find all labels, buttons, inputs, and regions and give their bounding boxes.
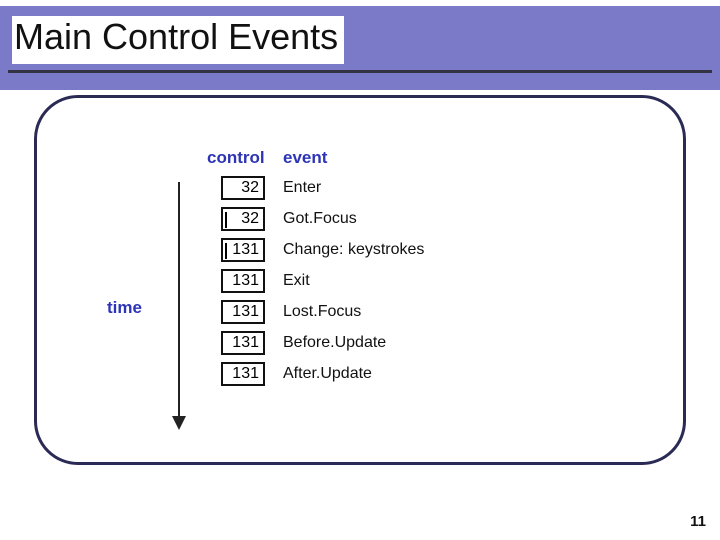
title-underline <box>8 70 712 73</box>
table-header: control event <box>207 148 483 168</box>
events-table: control event 32 Enter 32 Got.Focus 131 … <box>207 148 483 393</box>
table-row: 32 Got.Focus <box>207 207 483 231</box>
control-cell: 32 <box>221 176 265 200</box>
table-row: 131 Lost.Focus <box>207 300 483 324</box>
table-row: 131 Exit <box>207 269 483 293</box>
table-row: 131 After.Update <box>207 362 483 386</box>
header-event: event <box>283 148 483 168</box>
event-cell: Got.Focus <box>283 210 357 228</box>
control-cell: 131 <box>221 300 265 324</box>
time-axis-label: time <box>107 298 142 318</box>
event-cell: Lost.Focus <box>283 303 361 321</box>
table-row: 131 Before.Update <box>207 331 483 355</box>
control-cell: 32 <box>221 207 265 231</box>
control-cell: 131 <box>221 269 265 293</box>
header-control: control <box>207 148 277 168</box>
event-cell: Enter <box>283 179 321 197</box>
control-cell: 131 <box>221 362 265 386</box>
table-row: 32 Enter <box>207 176 483 200</box>
event-cell: After.Update <box>283 365 372 383</box>
table-row: 131 Change: keystrokes <box>207 238 483 262</box>
slide-title: Main Control Events <box>12 16 344 64</box>
control-cell: 131 <box>221 238 265 262</box>
control-cell: 131 <box>221 331 265 355</box>
event-cell: Exit <box>283 272 310 290</box>
event-cell: Before.Update <box>283 334 386 352</box>
event-cell: Change: keystrokes <box>283 241 424 259</box>
content-frame: time control event 32 Enter 32 Got.Focus… <box>34 95 686 465</box>
page-number: 11 <box>690 513 706 530</box>
time-arrow-icon <box>171 182 187 430</box>
